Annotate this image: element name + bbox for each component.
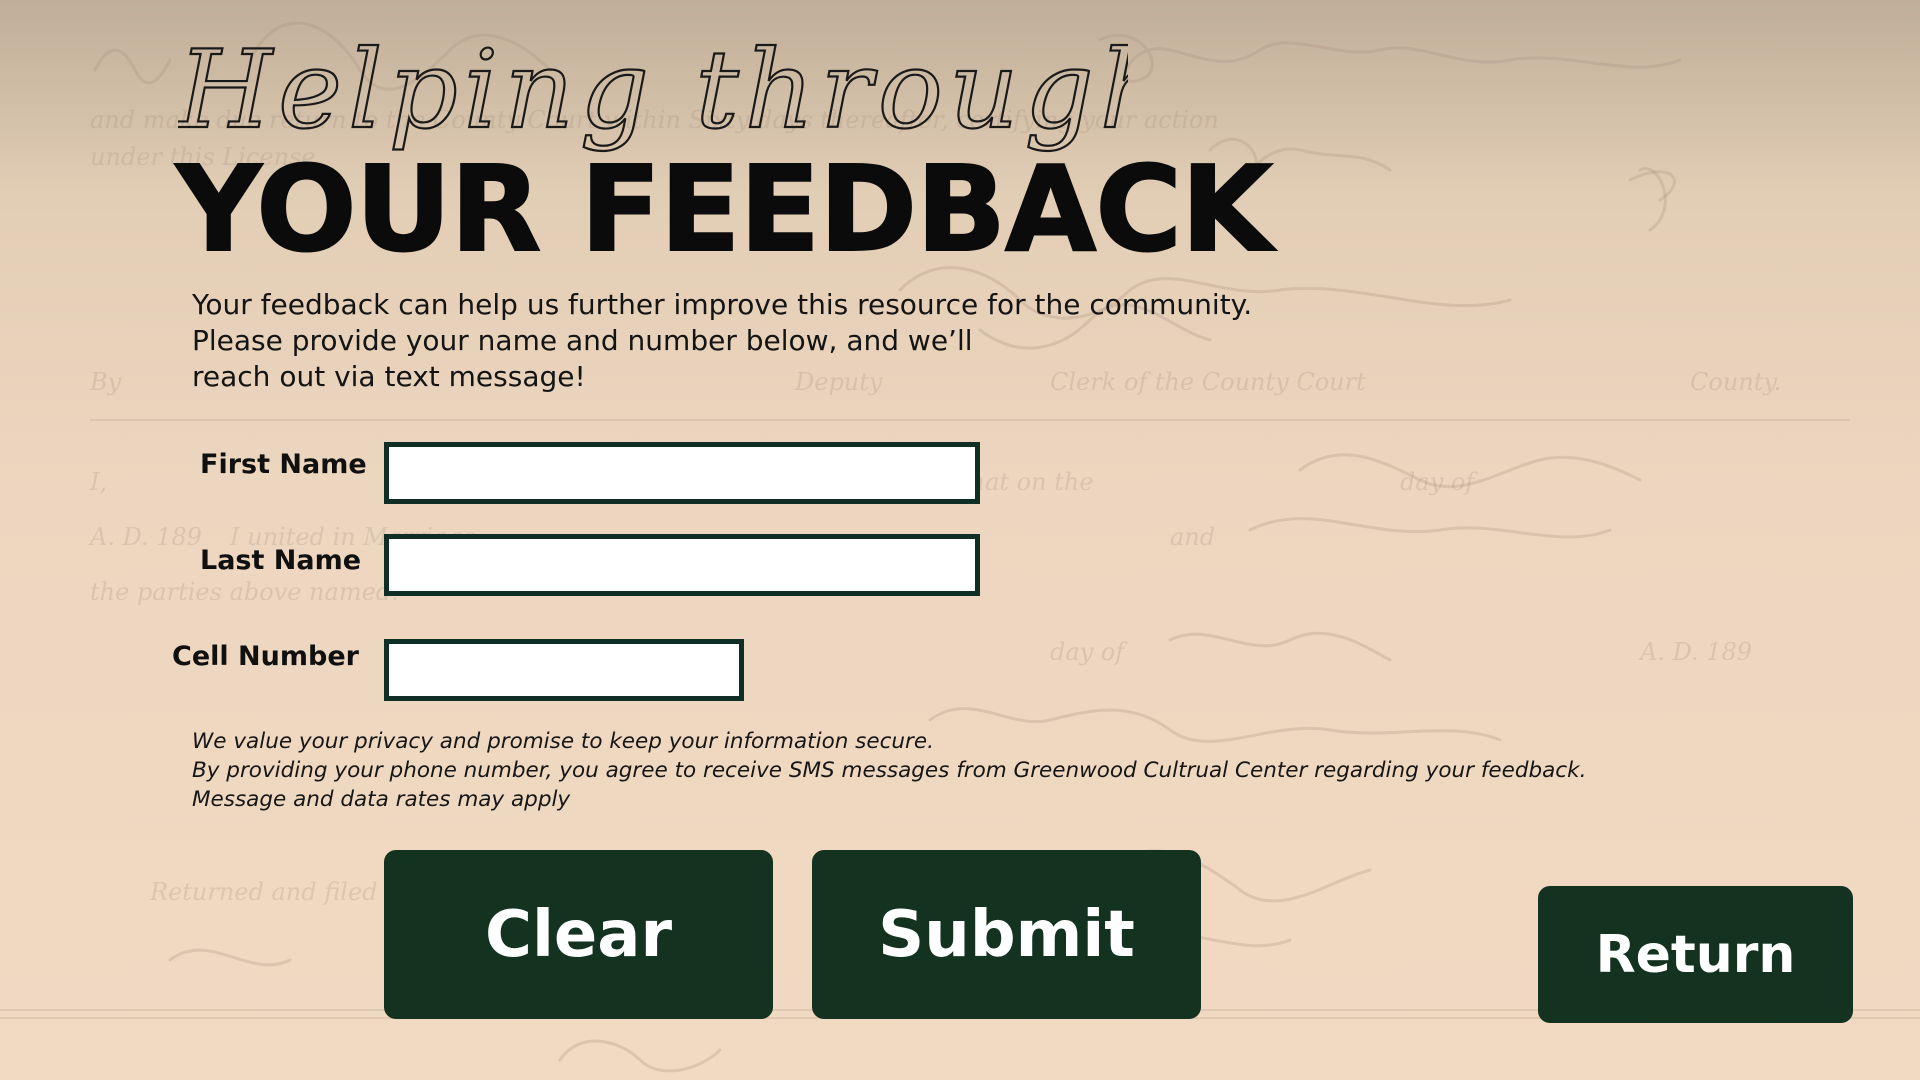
last-name-input[interactable] — [384, 534, 980, 596]
svg-text:day of: day of — [1400, 468, 1478, 496]
svg-text:day of: day of — [1050, 638, 1128, 666]
first-name-input[interactable] — [384, 442, 980, 504]
privacy-line-1: We value your privacy and promise to kee… — [192, 729, 934, 754]
return-button[interactable]: Return — [1538, 886, 1853, 1023]
svg-text:A. D. 189: A. D. 189 — [1638, 638, 1752, 666]
svg-text:A. D. 189: A. D. 189 — [88, 523, 202, 551]
svg-text:I,: I, — [89, 468, 107, 496]
first-name-label: First Name — [200, 449, 367, 480]
intro-line-2: Please provide your name and number belo… — [192, 324, 973, 357]
privacy-notice: We value your privacy and promise to kee… — [192, 727, 1586, 814]
intro-line-3: reach out via text message! — [192, 360, 586, 393]
cell-number-input[interactable] — [384, 639, 744, 701]
clear-button[interactable]: Clear — [384, 850, 773, 1019]
last-name-label: Last Name — [200, 545, 362, 576]
intro-text: Your feedback can help us further improv… — [192, 287, 1252, 395]
svg-text:that on the: that on the — [960, 468, 1094, 496]
intro-line-1: Your feedback can help us further improv… — [192, 288, 1253, 321]
page-title: YOUR FEEDBACK — [175, 140, 1273, 278]
script-title-text: Helping through — [178, 28, 1128, 153]
svg-text:Returned and filed: Returned and filed — [149, 878, 378, 906]
cell-number-label: Cell Number — [172, 641, 359, 672]
privacy-line-2: By providing your phone number, you agre… — [192, 758, 1587, 783]
privacy-line-3: Message and data rates may apply — [192, 787, 571, 812]
submit-button[interactable]: Submit — [812, 850, 1201, 1019]
svg-text:County.: County. — [1690, 368, 1781, 396]
svg-text:By: By — [89, 368, 122, 396]
svg-text:the parties above named.: the parties above named. — [90, 578, 399, 606]
svg-text:and: and — [1170, 523, 1215, 551]
